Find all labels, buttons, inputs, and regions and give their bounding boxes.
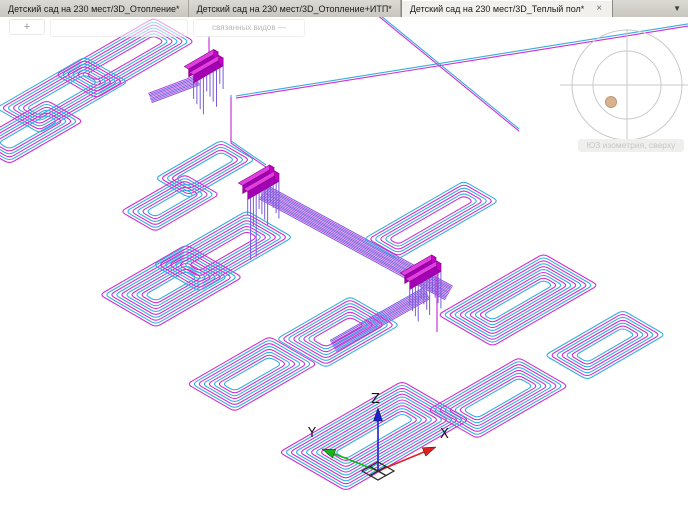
heating-loop-room[interactable] xyxy=(279,298,397,366)
nav-position-dot[interactable] xyxy=(606,97,617,108)
new-view-tab-button[interactable]: + xyxy=(9,19,45,35)
ghost-view-tab-1[interactable] xyxy=(50,19,188,37)
tab-close-icon[interactable]: × xyxy=(594,4,604,14)
heating-loop-room[interactable] xyxy=(440,255,596,345)
document-tab-2[interactable]: Детский сад на 230 мест/3D_Отопление+ИТП… xyxy=(189,0,401,17)
document-tab-label: Детский сад на 230 мест/3D_Отопление* xyxy=(8,4,180,14)
heating-loop-room[interactable] xyxy=(366,182,496,257)
axis-y-label: Y xyxy=(307,426,316,441)
document-tab-3[interactable]: Детский сад на 230 мест/3D_Теплый пол* × xyxy=(401,0,613,17)
navigation-sphere[interactable] xyxy=(560,29,688,142)
pipe-pair[interactable] xyxy=(376,17,519,131)
heating-loop-room[interactable] xyxy=(189,338,314,410)
ghost-view-tab-row: + связанных видов — xyxy=(0,19,305,37)
drawing-canvas[interactable]: Z X Y xyxy=(0,17,688,530)
heating-loop-room[interactable] xyxy=(430,359,566,437)
axis-z-label: Z xyxy=(371,392,380,407)
ghost-view-tab-2[interactable]: связанных видов — xyxy=(193,19,305,37)
document-tab-label: Детский сад на 230 мест/3D_Отопление+ИТП… xyxy=(197,4,392,14)
cad-application-window: Детский сад на 230 мест/3D_Отопление* Дет… xyxy=(0,0,688,530)
tab-overflow-dropdown[interactable]: ▼ xyxy=(666,0,688,17)
view-orientation-label: ЮЗ изометрия, сверху xyxy=(578,139,684,152)
axis-x-label: X xyxy=(440,427,449,442)
document-tab-label: Детский сад на 230 мест/3D_Теплый пол* xyxy=(410,4,584,14)
document-tab-bar: Детский сад на 230 мест/3D_Отопление* Дет… xyxy=(0,0,688,18)
pipe-trunk[interactable] xyxy=(148,75,199,102)
heating-loop-room[interactable] xyxy=(0,58,126,131)
dropdown-arrow-icon: ▼ xyxy=(673,4,681,13)
document-tab-1[interactable]: Детский сад на 230 мест/3D_Отопление* xyxy=(0,0,189,17)
heating-loop-room[interactable] xyxy=(547,312,663,379)
3d-floor-heating-view[interactable]: Z X Y xyxy=(0,17,688,530)
heating-loop-room[interactable] xyxy=(102,246,240,326)
